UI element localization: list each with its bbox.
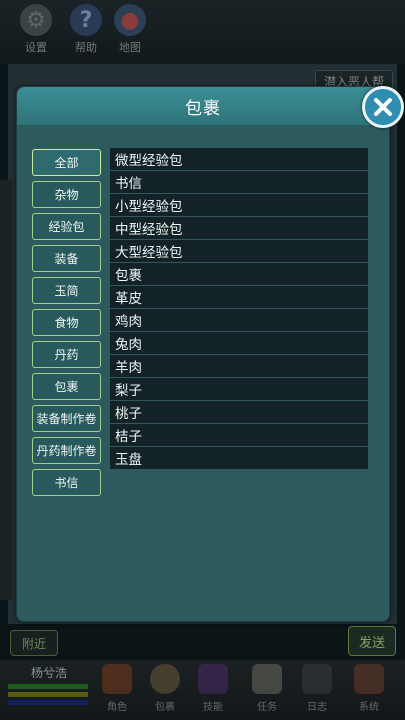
category-pill-button[interactable]: 丹药 — [32, 341, 101, 368]
nav-skill[interactable]: 技能 — [190, 664, 236, 720]
category-misc-button[interactable]: 杂物 — [32, 181, 101, 208]
settings-label: 设置 — [25, 41, 47, 54]
settings-button[interactable]: ⚙ 设置 — [12, 4, 60, 60]
nav-bag[interactable]: 包裹 — [142, 664, 188, 720]
list-item[interactable]: 微型经验包 — [110, 148, 368, 170]
send-button[interactable]: 发送 — [348, 626, 396, 656]
list-item[interactable]: 小型经验包 — [110, 194, 368, 216]
top-toolbar — [0, 0, 405, 64]
close-icon — [374, 98, 392, 116]
category-all-button[interactable]: 全部 — [32, 149, 101, 176]
map-label: 地图 — [119, 41, 141, 54]
list-item[interactable]: 玉盘 — [110, 447, 368, 469]
list-item[interactable]: 羊肉 — [110, 355, 368, 377]
nav-character[interactable]: 角色 — [94, 664, 140, 720]
list-item[interactable]: 中型经验包 — [110, 217, 368, 239]
exp-bar — [8, 700, 88, 705]
category-letter-button[interactable]: 书信 — [32, 469, 101, 496]
list-item[interactable]: 桔子 — [110, 424, 368, 446]
mail-icon — [252, 664, 282, 694]
nav-log[interactable]: 日志 — [294, 664, 340, 720]
help-button[interactable]: ? 帮助 — [62, 4, 110, 60]
list-item[interactable]: 大型经验包 — [110, 240, 368, 262]
category-pill-recipe-button[interactable]: 丹药制作卷 — [32, 437, 101, 464]
nav-system-label: 系统 — [359, 702, 379, 713]
nav-skill-label: 技能 — [203, 702, 223, 713]
nearby-channel-button[interactable]: 附近 — [10, 630, 58, 656]
nav-log-label: 日志 — [307, 702, 327, 713]
list-item[interactable]: 兔肉 — [110, 332, 368, 354]
map-button[interactable]: ● 地图 — [106, 4, 154, 60]
dialog-title: 包裹 — [185, 98, 221, 119]
hp-bar — [8, 684, 88, 689]
scene-side-strip — [0, 180, 12, 600]
nav-system[interactable]: 系统 — [346, 664, 392, 720]
map-pin-icon: ● — [114, 4, 146, 36]
category-food-button[interactable]: 食物 — [32, 309, 101, 336]
category-equipment-button[interactable]: 装备 — [32, 245, 101, 272]
list-item[interactable]: 书信 — [110, 171, 368, 193]
list-item[interactable]: 包裹 — [110, 263, 368, 285]
book-icon — [302, 664, 332, 694]
scroll-icon — [102, 664, 132, 694]
nav-bag-label: 包裹 — [155, 702, 175, 713]
nav-character-label: 角色 — [107, 702, 127, 713]
question-icon: ? — [70, 4, 102, 36]
mp-bar — [8, 692, 88, 697]
dialog-header: 包裹 — [17, 87, 389, 125]
help-label: 帮助 — [75, 41, 97, 54]
list-item[interactable]: 革皮 — [110, 286, 368, 308]
close-button[interactable] — [362, 86, 404, 128]
category-jade-slip-button[interactable]: 玉简 — [32, 277, 101, 304]
list-item[interactable]: 鸡肉 — [110, 309, 368, 331]
player-name: 杨兮浩 — [30, 666, 67, 680]
list-item[interactable]: 桃子 — [110, 401, 368, 423]
quill-icon — [354, 664, 384, 694]
nav-quest-label: 任务 — [257, 702, 277, 713]
bag-icon — [150, 664, 180, 694]
skill-icon — [198, 664, 228, 694]
category-equip-recipe-button[interactable]: 装备制作卷 — [32, 405, 101, 432]
list-item[interactable]: 梨子 — [110, 378, 368, 400]
category-bag-button[interactable]: 包裹 — [32, 373, 101, 400]
category-exp-pack-button[interactable]: 经验包 — [32, 213, 101, 240]
player-status: 杨兮浩 — [8, 664, 90, 720]
gear-icon: ⚙ — [20, 4, 52, 36]
nav-quest[interactable]: 任务 — [244, 664, 290, 720]
